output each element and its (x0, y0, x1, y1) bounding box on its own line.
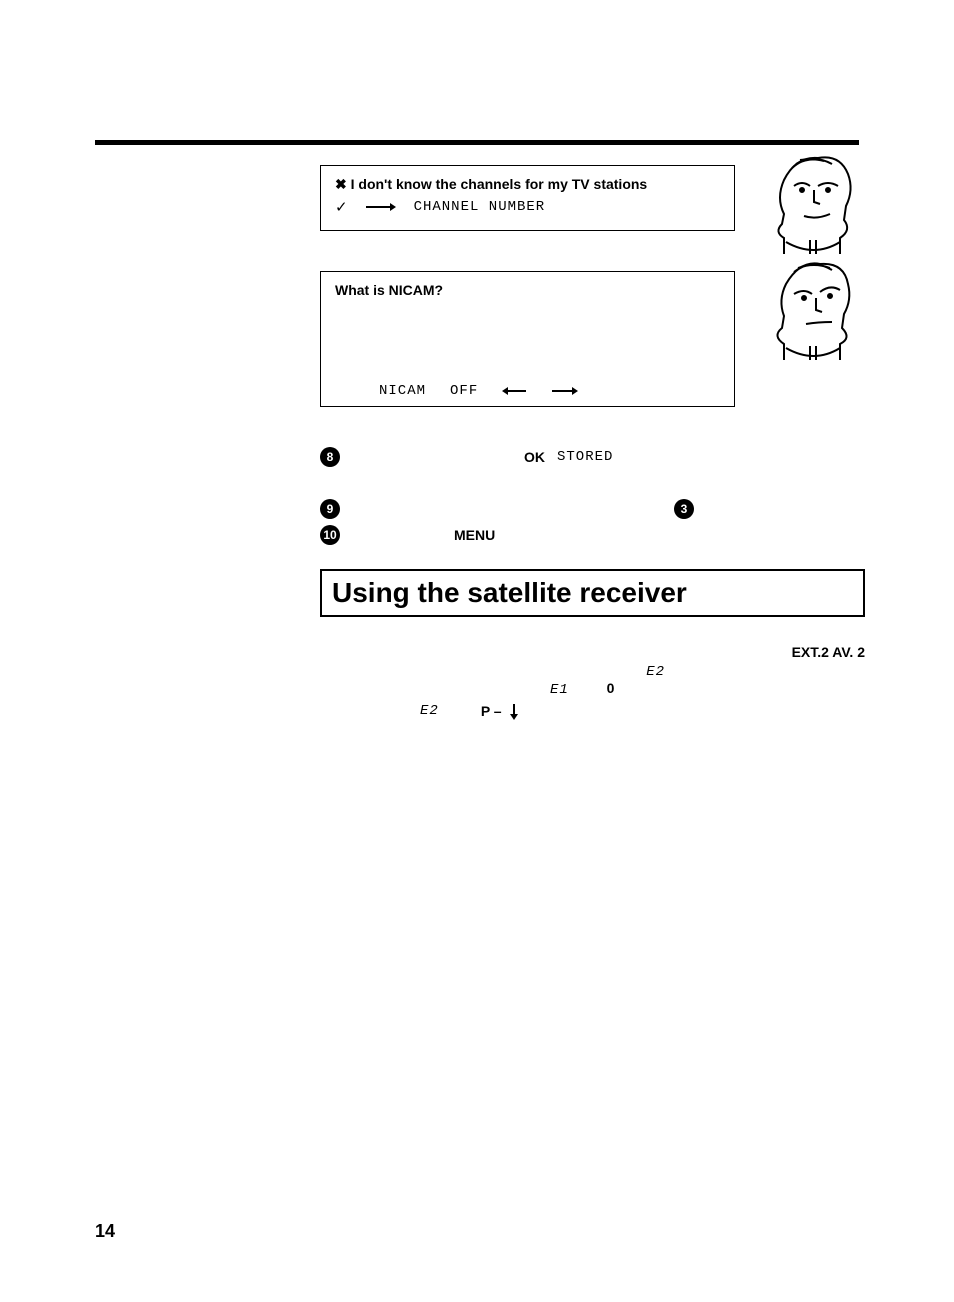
bullet-8: 8 (320, 447, 340, 467)
info-box-nicam: What is NICAM? NICAM OFF (320, 271, 735, 407)
nicam-text: NICAM (379, 383, 426, 399)
off-text: OFF (450, 383, 478, 399)
e2b-display: E2 (420, 702, 439, 722)
box1-title: I don't know the channels for my TV stat… (351, 176, 648, 192)
e2-display: E2 (646, 664, 665, 680)
info-box-channels: ✖ I don't know the channels for my TV st… (320, 165, 735, 231)
section-title-box: Using the satellite receiver (320, 569, 865, 617)
zero-label: 0 (607, 680, 615, 696)
step-10: 10 MENU (320, 525, 865, 545)
step-9: 9 3 (320, 499, 865, 519)
cross-icon: ✖ (335, 176, 351, 192)
arrow-right-icon (552, 382, 578, 400)
box2-title: What is NICAM? (335, 282, 720, 298)
page-number: 14 (95, 1221, 115, 1242)
ok-label: OK (524, 449, 545, 465)
e1-display: E1 (550, 682, 569, 698)
bullet-9: 9 (320, 499, 340, 519)
bullet-10: 10 (320, 525, 340, 545)
satellite-text: EXT.2 AV. 2 E2 E1 0 E2 P – (320, 643, 865, 722)
stored-label: STORED (557, 449, 613, 465)
arrow-down-icon (508, 702, 520, 722)
face-illustration-2 (754, 252, 874, 377)
check-icon: ✓ (335, 198, 348, 216)
ext2-label: EXT.2 AV. 2 (792, 643, 865, 663)
channel-number-label: CHANNEL NUMBER (414, 199, 546, 215)
p-minus-label: P – (481, 702, 502, 722)
menu-label: MENU (454, 527, 495, 543)
arrow-right-icon (366, 198, 396, 216)
box1-title-row: ✖ I don't know the channels for my TV st… (335, 176, 720, 194)
nicam-line: NICAM OFF (335, 382, 720, 400)
bullet-ref-3: 3 (674, 499, 694, 519)
section-title: Using the satellite receiver (332, 577, 853, 609)
box1-line2: ✓ CHANNEL NUMBER (335, 198, 720, 216)
step-8: 8 OK STORED (320, 447, 865, 467)
horizontal-rule (95, 140, 859, 145)
arrow-left-icon (502, 382, 528, 400)
